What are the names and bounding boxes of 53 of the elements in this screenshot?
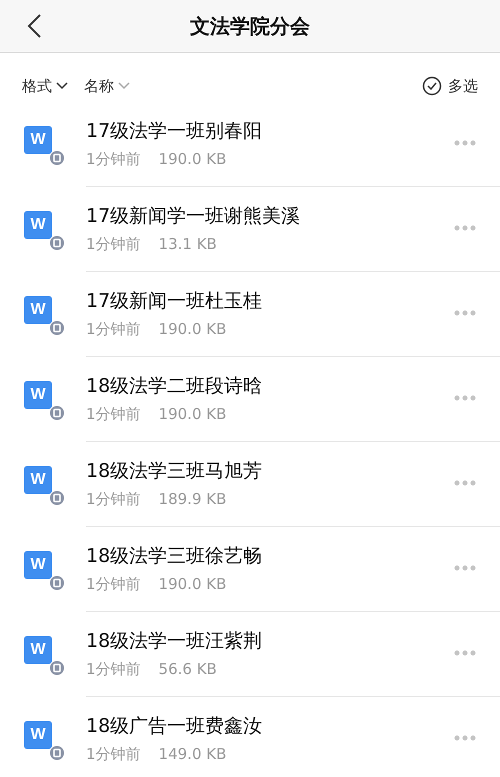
file-time: 1分钟前 — [86, 234, 141, 254]
lock-badge-icon — [49, 490, 65, 506]
more-icon[interactable] — [454, 140, 476, 146]
more-icon[interactable] — [454, 565, 476, 571]
more-icon[interactable] — [454, 480, 476, 486]
lock-badge-icon — [49, 660, 65, 676]
more-icon[interactable] — [454, 310, 476, 316]
more-icon[interactable] — [454, 395, 476, 401]
multiselect-button[interactable]: 多选 — [422, 76, 478, 96]
file-time: 1分钟前 — [86, 574, 141, 594]
file-name[interactable]: 17级新闻一班杜玉桂 — [86, 288, 454, 314]
file-size: 190.0 KB — [158, 404, 226, 424]
file-name[interactable]: 18级法学三班徐艺畅 — [86, 542, 454, 568]
file-name[interactable]: 18级广告一班费鑫汝 — [86, 712, 454, 738]
word-file-icon: W — [24, 210, 52, 238]
file-time: 1分钟前 — [86, 150, 141, 168]
word-file-icon: W — [24, 636, 52, 664]
word-file-icon: W — [24, 380, 52, 408]
lock-badge-icon — [49, 744, 65, 760]
word-file-icon: W — [24, 466, 52, 494]
file-time: 1分钟前 — [86, 660, 141, 678]
file-time: 1分钟前 — [86, 490, 141, 508]
page-title: 文法学院分会 — [190, 12, 310, 40]
more-icon[interactable] — [454, 225, 476, 231]
file-size: 149.0 KB — [158, 744, 226, 764]
file-name[interactable]: 18级法学三班马旭芳 — [86, 458, 454, 484]
lock-badge-icon — [49, 574, 65, 590]
file-size: 190.0 KB — [158, 320, 226, 338]
file-size: 56.6 KB — [158, 660, 217, 678]
check-circle-icon — [422, 76, 442, 96]
file-size: 190.0 KB — [158, 574, 226, 594]
more-icon[interactable] — [454, 735, 476, 741]
sort-dropdown[interactable]: 名称 — [84, 76, 130, 96]
file-name[interactable]: 17级新闻学一班谢熊美溪 — [86, 202, 454, 228]
file-time: 1分钟前 — [86, 320, 141, 338]
word-file-icon: W — [24, 126, 52, 154]
word-file-icon: W — [24, 550, 52, 578]
sort-dropdown[interactable]: 格式 — [22, 76, 68, 96]
more-icon[interactable] — [454, 650, 476, 656]
file-name[interactable]: 18级法学一班汪紫荆 — [86, 628, 454, 654]
lock-badge-icon — [49, 150, 65, 166]
file-size: 189.9 KB — [158, 490, 226, 508]
file-name[interactable]: 17级法学一班别春阳 — [86, 118, 454, 144]
lock-badge-icon — [49, 234, 65, 250]
lock-badge-icon — [49, 320, 65, 336]
lock-badge-icon — [49, 404, 65, 420]
word-file-icon: W — [24, 720, 52, 748]
file-time: 1分钟前 — [86, 404, 141, 424]
word-file-icon: W — [24, 296, 52, 324]
file-time: 1分钟前 — [86, 744, 141, 764]
file-size: 13.1 KB — [158, 234, 217, 254]
file-size: 190.0 KB — [158, 150, 226, 168]
file-name[interactable]: 18级法学二班段诗晗 — [86, 372, 454, 398]
